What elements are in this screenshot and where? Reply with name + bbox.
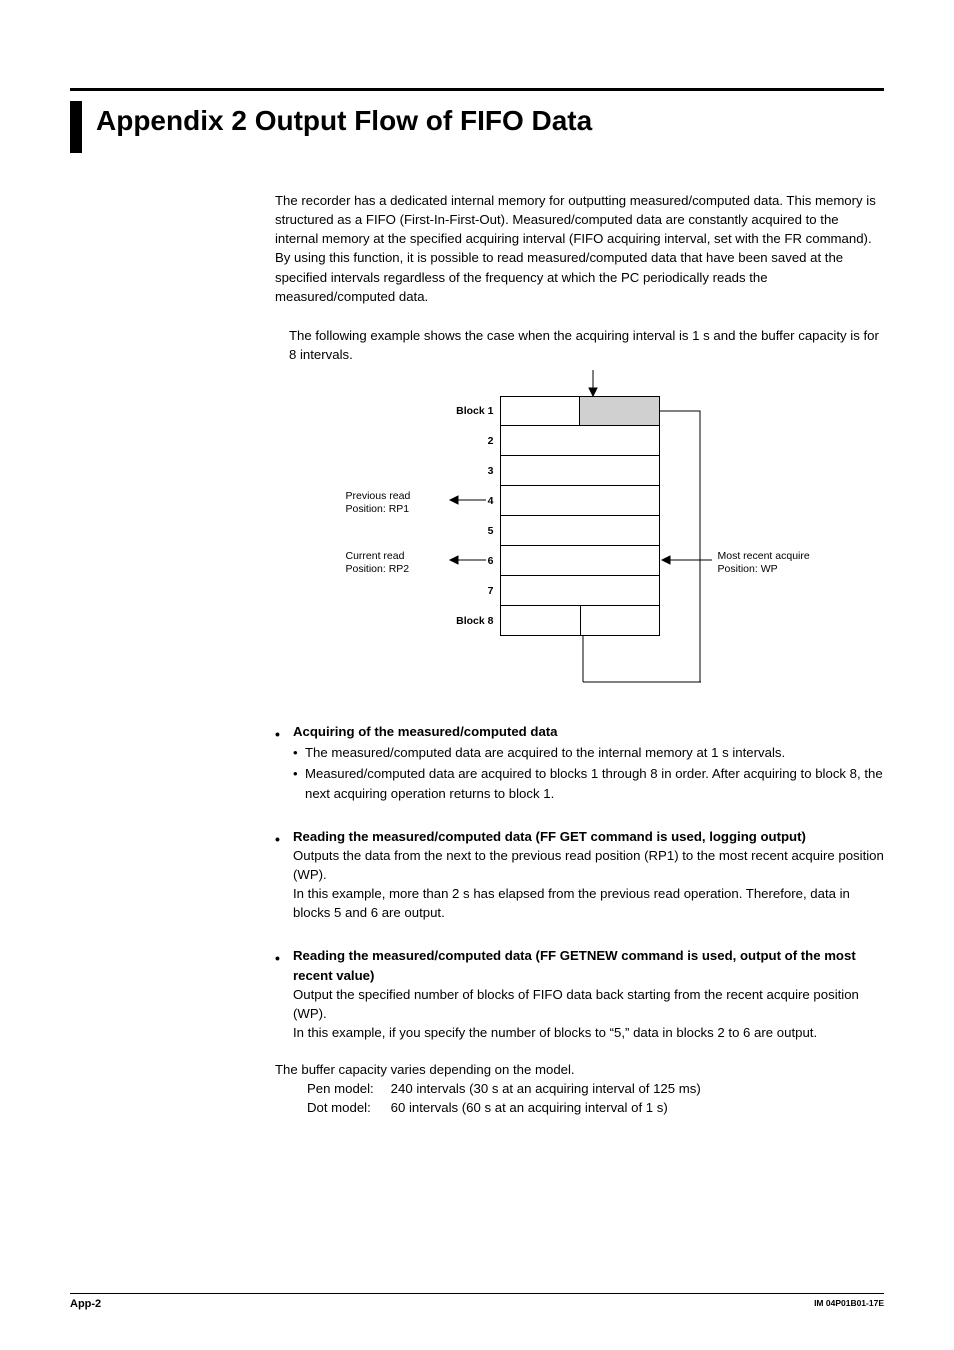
intro-paragraph: The recorder has a dedicated internal me…: [275, 191, 884, 306]
block-label-2: 2: [434, 434, 494, 449]
block-row-2: [500, 426, 660, 456]
block-row-4: [500, 486, 660, 516]
dot-model-row: Dot model: 60 intervals (60 s at an acqu…: [275, 1098, 884, 1117]
block-row-5: [500, 516, 660, 546]
section-3-para-1: Output the specified number of blocks of…: [275, 985, 884, 1023]
block-row-6: [500, 546, 660, 576]
footer-page-number: App-2: [70, 1298, 101, 1310]
section-1-bullet-2-text: Measured/computed data are acquired to b…: [305, 766, 883, 800]
block-label-1: Block 1: [434, 404, 494, 419]
page: Appendix 2 Output Flow of FIFO Data The …: [0, 0, 954, 1350]
section-3-para-2: In this example, if you specify the numb…: [275, 1023, 884, 1042]
section-1-head-text: Acquiring of the measured/computed data: [293, 724, 558, 739]
block-row-7: [500, 576, 660, 606]
section-2-heading: • Reading the measured/computed data (FF…: [275, 827, 884, 846]
bullet-icon: •: [275, 948, 280, 968]
block-row-3: [500, 456, 660, 486]
section-3-head-text: Reading the measured/computed data (FF G…: [293, 948, 856, 982]
section-2-para-1: Outputs the data from the next to the pr…: [275, 846, 884, 884]
fifo-loop-path-icon: [660, 402, 720, 702]
title-accent-bar: [70, 101, 82, 153]
footer-doc-id: IM 04P01B01-17E: [814, 1298, 884, 1310]
section-2-para-2: In this example, more than 2 s has elaps…: [275, 884, 884, 922]
arrow-top-down-icon: [585, 370, 605, 398]
dot-model-label: Dot model:: [307, 1098, 387, 1117]
pen-model-row: Pen model: 240 intervals (30 s at an acq…: [275, 1079, 884, 1098]
bullet-small-icon: •: [293, 764, 298, 783]
content-column: The recorder has a dedicated internal me…: [70, 191, 884, 1118]
bullet-icon: •: [275, 829, 280, 849]
section-2-head-text: Reading the measured/computed data (FF G…: [293, 829, 806, 844]
most-recent-acquire-label: Most recent acquire Position: WP: [718, 550, 810, 576]
section-1-bullet-1-text: The measured/computed data are acquired …: [305, 745, 785, 760]
current-read-line2: Position: RP2: [346, 563, 410, 576]
block-row-8: [500, 606, 660, 636]
current-read-line1: Current read: [346, 550, 410, 563]
pen-model-value: 240 intervals (30 s at an acquiring inte…: [391, 1081, 701, 1096]
block-label-5: 5: [434, 524, 494, 539]
page-footer: App-2 IM 04P01B01-17E: [70, 1293, 884, 1310]
previous-read-line1: Previous read: [346, 490, 411, 503]
block-label-8: Block 8: [434, 614, 494, 629]
section-1-bullet-2: • Measured/computed data are acquired to…: [275, 764, 884, 802]
previous-read-label: Previous read Position: RP1: [346, 490, 411, 516]
bullet-small-icon: •: [293, 743, 298, 762]
previous-read-line2: Position: RP1: [346, 503, 411, 516]
arrow-left-rp1-icon: [448, 495, 488, 505]
fifo-block-column: [500, 396, 660, 636]
arrow-left-rp2-icon: [448, 555, 488, 565]
section-1-bullet-1: • The measured/computed data are acquire…: [275, 743, 884, 762]
example-intro: The following example shows the case whe…: [289, 326, 884, 364]
block-label-3: 3: [434, 464, 494, 479]
buffer-capacity-line: The buffer capacity varies depending on …: [275, 1060, 884, 1079]
bullet-icon: •: [275, 724, 280, 744]
section-1-heading: • Acquiring of the measured/computed dat…: [275, 722, 884, 741]
block-row-1: [500, 396, 660, 426]
current-read-label: Current read Position: RP2: [346, 550, 410, 576]
title-block: Appendix 2 Output Flow of FIFO Data: [70, 88, 884, 153]
block-label-7: 7: [434, 584, 494, 599]
pen-model-label: Pen model:: [307, 1079, 387, 1098]
section-3-heading: • Reading the measured/computed data (FF…: [275, 946, 884, 984]
most-recent-line2: Position: WP: [718, 563, 810, 576]
fifo-diagram: Block 1 2 3 4 5 6 7 Block 8 Previous rea…: [340, 372, 820, 692]
fifo-bottom-horizontal-icon: [578, 678, 708, 688]
most-recent-line1: Most recent acquire: [718, 550, 810, 563]
page-title: Appendix 2 Output Flow of FIFO Data: [82, 91, 592, 137]
dot-model-value: 60 intervals (60 s at an acquiring inter…: [391, 1100, 668, 1115]
